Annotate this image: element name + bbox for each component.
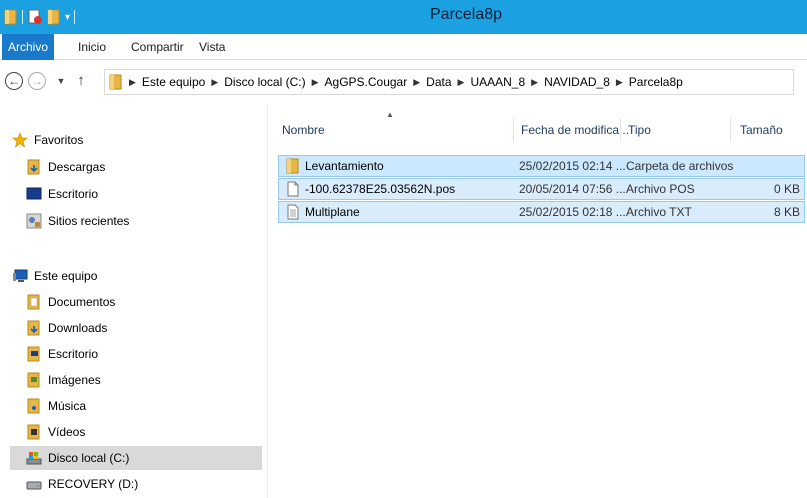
navigation-bar: ← → ▼ ↑ ▶ Este equipo ▶ Disco local (C:)…: [0, 60, 807, 104]
file-size: 8 KB: [773, 205, 800, 219]
file-date: 20/05/2014 07:56 ...: [519, 182, 626, 196]
nav-escritorio[interactable]: Escritorio: [26, 342, 262, 366]
recent-places-icon: [26, 213, 42, 229]
nav-favoritos[interactable]: Favoritos: [12, 128, 262, 152]
file-row-pos[interactable]: -100.62378E25.03562N.pos 20/05/2014 07:5…: [278, 178, 805, 200]
file-size: 0 KB: [773, 182, 800, 196]
file-row-levantamiento[interactable]: Levantamiento 25/02/2015 02:14 ... Carpe…: [278, 155, 805, 177]
file-name: Levantamiento: [305, 159, 384, 173]
forward-button[interactable]: →: [28, 72, 46, 90]
file-date: 25/02/2015 02:14 ...: [519, 159, 626, 173]
breadcrumb-este-equipo[interactable]: Este equipo: [142, 75, 205, 89]
desktop-folder-icon: [27, 346, 40, 362]
file-row-multiplane[interactable]: Multiplane 25/02/2015 02:18 ... Archivo …: [278, 201, 805, 223]
breadcrumb-data[interactable]: Data: [426, 75, 451, 89]
breadcrumb-separator: ▶: [531, 76, 539, 87]
nav-escritorio-favoritos[interactable]: Escritorio: [26, 182, 262, 206]
ribbon-tabs: Archivo Inicio Compartir Vista: [0, 34, 807, 60]
breadcrumb-separator: ▶: [615, 76, 623, 87]
tab-archivo[interactable]: Archivo: [2, 34, 54, 60]
breadcrumb-separator: ▶: [129, 76, 136, 87]
star-icon: [12, 132, 28, 148]
downloads-folder-icon: [27, 320, 40, 336]
column-header-nombre[interactable]: Nombre: [282, 118, 325, 142]
text-file-icon: [287, 204, 299, 220]
nav-sitios-recientes[interactable]: Sitios recientes: [26, 209, 262, 233]
folder-icon: [109, 74, 122, 90]
tab-inicio[interactable]: Inicio: [78, 34, 106, 60]
drive-icon: [26, 481, 42, 490]
file-type: Archivo TXT: [626, 205, 692, 219]
breadcrumb-navidad-8[interactable]: NAVIDAD_8: [544, 75, 610, 89]
nav-disco-local-c[interactable]: Disco local (C:): [10, 446, 262, 470]
breadcrumb-parcela8p[interactable]: Parcela8p: [629, 75, 683, 89]
videos-folder-icon: [27, 424, 40, 440]
breadcrumb-disco-local[interactable]: Disco local (C:): [224, 75, 305, 89]
folder-icon: [286, 158, 299, 174]
nav-downloads[interactable]: Downloads: [26, 316, 262, 340]
column-divider[interactable]: [730, 118, 731, 142]
file-date: 25/02/2015 02:18 ...: [519, 205, 626, 219]
breadcrumb-separator: ▶: [311, 76, 319, 87]
file-icon: [287, 181, 299, 197]
tab-compartir[interactable]: Compartir: [131, 34, 184, 60]
computer-icon: [13, 269, 28, 282]
breadcrumb-separator: ▶: [413, 76, 421, 87]
column-divider[interactable]: [620, 118, 621, 142]
file-list: ▲ Nombre Fecha de modifica... Tipo Tamañ…: [270, 104, 807, 498]
column-divider[interactable]: [513, 118, 514, 142]
file-type: Archivo POS: [626, 182, 695, 196]
breadcrumb-uaaan-8[interactable]: UAAAN_8: [470, 75, 525, 89]
title-bar: ▾ Parcela8p: [0, 0, 807, 34]
nav-recovery-d[interactable]: RECOVERY (D:): [26, 472, 262, 496]
up-button[interactable]: ↑: [70, 70, 92, 92]
file-name: -100.62378E25.03562N.pos: [305, 182, 456, 196]
breadcrumb-aggps-cougar[interactable]: AgGPS.Cougar: [325, 75, 408, 89]
breadcrumb-separator: ▶: [211, 76, 219, 87]
back-button[interactable]: ←: [5, 72, 23, 90]
nav-imagenes[interactable]: Imágenes: [26, 368, 262, 392]
pictures-folder-icon: [27, 372, 40, 388]
music-folder-icon: [27, 398, 40, 414]
breadcrumb-separator: ▶: [457, 76, 465, 87]
downloads-folder-icon: [27, 159, 40, 175]
sort-ascending-icon: ▲: [386, 110, 394, 119]
nav-descargas[interactable]: Descargas: [26, 155, 262, 179]
file-type: Carpeta de archivos: [626, 159, 734, 173]
nav-este-equipo[interactable]: Este equipo: [12, 264, 262, 288]
nav-musica[interactable]: Música: [26, 394, 262, 418]
address-bar[interactable]: ▶ Este equipo ▶ Disco local (C:) ▶ AgGPS…: [104, 69, 794, 95]
nav-videos[interactable]: Vídeos: [26, 420, 262, 444]
documents-folder-icon: [27, 294, 40, 310]
local-disk-icon: [26, 452, 42, 465]
column-header-tipo[interactable]: Tipo: [628, 118, 651, 142]
column-header-fecha[interactable]: Fecha de modifica...: [521, 118, 629, 142]
desktop-icon: [26, 187, 42, 200]
nav-documentos[interactable]: Documentos: [26, 290, 262, 314]
tab-vista[interactable]: Vista: [199, 34, 225, 60]
column-header-tamano[interactable]: Tamaño: [740, 118, 783, 142]
navigation-pane: Favoritos Descargas Escritorio Sitios re…: [0, 104, 268, 498]
window-title: Parcela8p: [430, 6, 503, 23]
file-name: Multiplane: [305, 205, 360, 219]
recent-locations-button[interactable]: ▼: [50, 70, 72, 92]
